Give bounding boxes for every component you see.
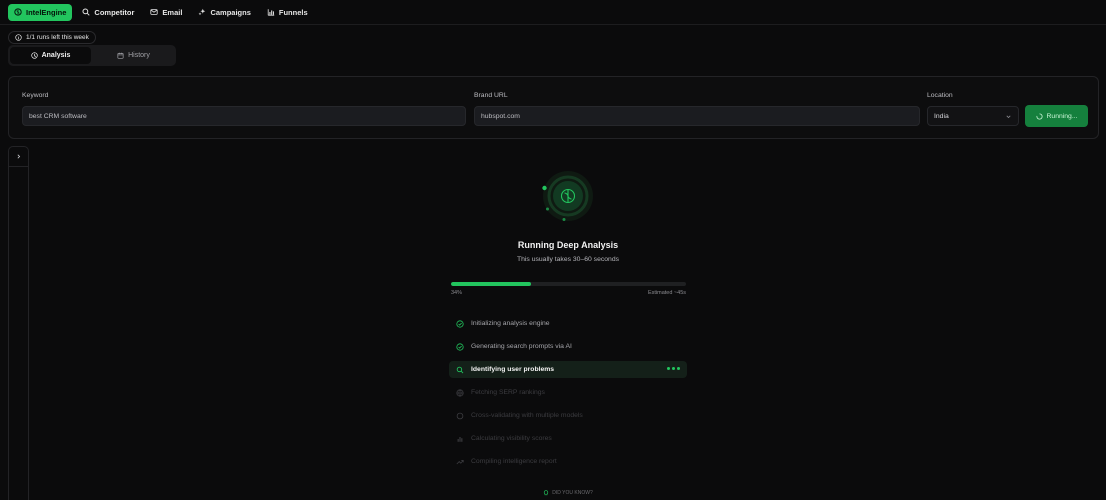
nav-label: Competitor — [94, 7, 135, 17]
step-identifying-problems: Identifying user problems — [449, 361, 687, 378]
mail-icon — [150, 9, 159, 15]
nav-competitor[interactable]: Competitor — [76, 4, 140, 21]
tab-analysis[interactable]: Analysis — [10, 47, 91, 64]
step-label: Fetching SERP rankings — [471, 389, 545, 396]
nav-label: Campaigns — [210, 7, 251, 17]
step-cross-validating: Cross-validating with multiple models — [449, 407, 687, 424]
step-label: Identifying user problems — [471, 366, 555, 373]
nav-label: Email — [162, 7, 183, 17]
step-label: Cross-validating with multiple models — [471, 412, 583, 419]
tab-history[interactable]: History — [93, 47, 174, 64]
spinner-icon — [1036, 112, 1043, 119]
expand-panel-button[interactable] — [9, 147, 28, 167]
did-you-know: DID YOU KNOW? — [518, 490, 618, 496]
step-label: Compiling intelligence report — [471, 458, 557, 465]
view-tabs: Analysis History — [8, 45, 176, 66]
did-you-know-text: DID YOU KNOW? — [552, 490, 593, 496]
progress-eta: Estimated ~45s — [647, 290, 686, 296]
search-icon — [82, 8, 91, 16]
status-title: Running Deep Analysis — [517, 240, 619, 250]
target-icon — [30, 52, 38, 59]
loading-dots-icon — [667, 367, 680, 370]
check-circle-icon — [456, 342, 464, 351]
tab-label: History — [128, 52, 150, 59]
location-select[interactable]: India — [927, 106, 1019, 126]
side-panel — [8, 146, 29, 500]
analysis-form: Keyword best CRM software Brand URL hubs… — [8, 76, 1099, 139]
run-analysis-button[interactable]: Running... — [1025, 105, 1088, 127]
progress-percent: 34% — [451, 290, 463, 296]
progress-fill — [451, 282, 531, 286]
nav-label: IntelEngine — [26, 7, 67, 17]
location-value: India — [934, 112, 949, 120]
trend-up-icon — [456, 459, 464, 464]
bar-chart-icon — [267, 9, 275, 16]
nav-campaigns[interactable]: Campaigns — [192, 4, 256, 21]
sparkles-icon — [198, 8, 206, 16]
nav-email[interactable]: Email — [144, 4, 188, 21]
circle-icon — [456, 412, 464, 419]
check-circle-icon — [456, 319, 464, 328]
step-calculating-scores: Calculating visibility scores — [449, 430, 687, 447]
nav-funnels[interactable]: Funnels — [261, 4, 314, 21]
chevron-right-icon — [17, 154, 21, 159]
step-generating-prompts: Generating search prompts via AI — [449, 338, 687, 355]
keyword-label: Keyword — [22, 92, 49, 99]
step-label: Calculating visibility scores — [471, 435, 552, 442]
nav-label: Funnels — [278, 7, 308, 17]
status-subtitle: This usually takes 30–60 seconds — [516, 256, 619, 263]
bar-chart-icon — [457, 436, 463, 442]
top-nav: IntelEngine Competitor Email Campaigns F… — [0, 0, 1106, 25]
step-label: Initializing analysis engine — [471, 320, 550, 327]
info-icon — [15, 34, 22, 41]
runs-left-badge: 1/1 runs left this week — [8, 31, 96, 44]
globe-icon — [456, 388, 464, 397]
runs-left-text: 1/1 runs left this week — [26, 34, 89, 41]
location-label: Location — [927, 92, 953, 99]
step-initializing: Initializing analysis engine — [449, 315, 687, 332]
brand-url-input[interactable]: hubspot.com — [474, 106, 920, 126]
loading-orb — [542, 171, 593, 221]
calendar-icon — [117, 52, 124, 59]
nav-intelengine[interactable]: IntelEngine — [8, 3, 73, 21]
brain-icon — [14, 8, 22, 16]
step-label: Generating search prompts via AI — [471, 343, 572, 350]
keyword-input[interactable]: best CRM software — [22, 106, 466, 126]
step-fetching-serp: Fetching SERP rankings — [449, 384, 687, 401]
chevron-down-icon — [1006, 115, 1011, 118]
step-compiling-report: Compiling intelligence report — [449, 453, 687, 470]
lightbulb-icon — [544, 490, 549, 496]
search-icon — [456, 366, 464, 373]
brand-url-label: Brand URL — [474, 92, 508, 99]
tab-label: Analysis — [41, 52, 71, 59]
progress-bar — [451, 282, 686, 286]
run-button-label: Running... — [1046, 112, 1078, 120]
